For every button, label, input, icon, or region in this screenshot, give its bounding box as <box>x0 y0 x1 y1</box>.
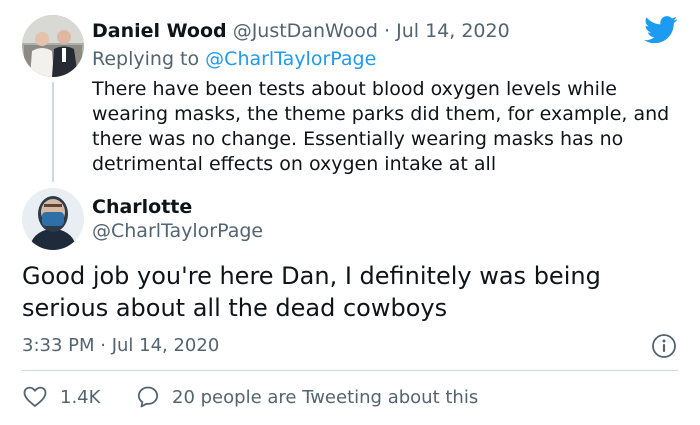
tweet-embed-card: Daniel Wood @JustDanWood · Jul 14, 2020 … <box>0 0 700 425</box>
reply-date[interactable]: Jul 14, 2020 <box>396 20 510 42</box>
heart-icon <box>23 386 47 407</box>
avatar-daniel-wood[interactable] <box>22 15 84 77</box>
replying-to-mention[interactable]: @CharlTaylorPage <box>205 48 376 70</box>
tweet-author-name[interactable]: Charlotte <box>92 194 192 220</box>
tweet-timestamp[interactable]: 3:33 PM · Jul 14, 2020 <box>22 333 219 359</box>
like-count: 1.4K <box>60 386 101 408</box>
reply-separator: · <box>384 20 391 42</box>
reply-author-handle[interactable]: @JustDanWood <box>233 20 378 42</box>
tweet-author-handle[interactable]: @CharlTaylorPage <box>92 218 263 244</box>
avatar-charlotte[interactable] <box>22 188 84 250</box>
reply-text: There have been tests about blood oxygen… <box>92 78 670 175</box>
divider <box>22 370 678 371</box>
speech-bubble-icon <box>137 386 159 408</box>
reply-author-name[interactable]: Daniel Wood <box>92 20 227 42</box>
thread-connector-line <box>52 82 54 182</box>
info-icon[interactable] <box>651 333 677 359</box>
twitter-bird-icon[interactable] <box>644 16 678 44</box>
tweet-text: Good job you're here Dan, I definitely w… <box>22 262 601 322</box>
reply-header: Daniel Wood @JustDanWood · Jul 14, 2020 <box>92 18 510 44</box>
conversation-label: 20 people are Tweeting about this <box>172 386 479 408</box>
replying-to-line: Replying to @CharlTaylorPage <box>92 46 376 72</box>
replying-to-label: Replying to <box>92 48 200 70</box>
like-button[interactable]: 1.4K <box>22 383 100 411</box>
conversation-link[interactable]: 20 people are Tweeting about this <box>136 383 478 411</box>
